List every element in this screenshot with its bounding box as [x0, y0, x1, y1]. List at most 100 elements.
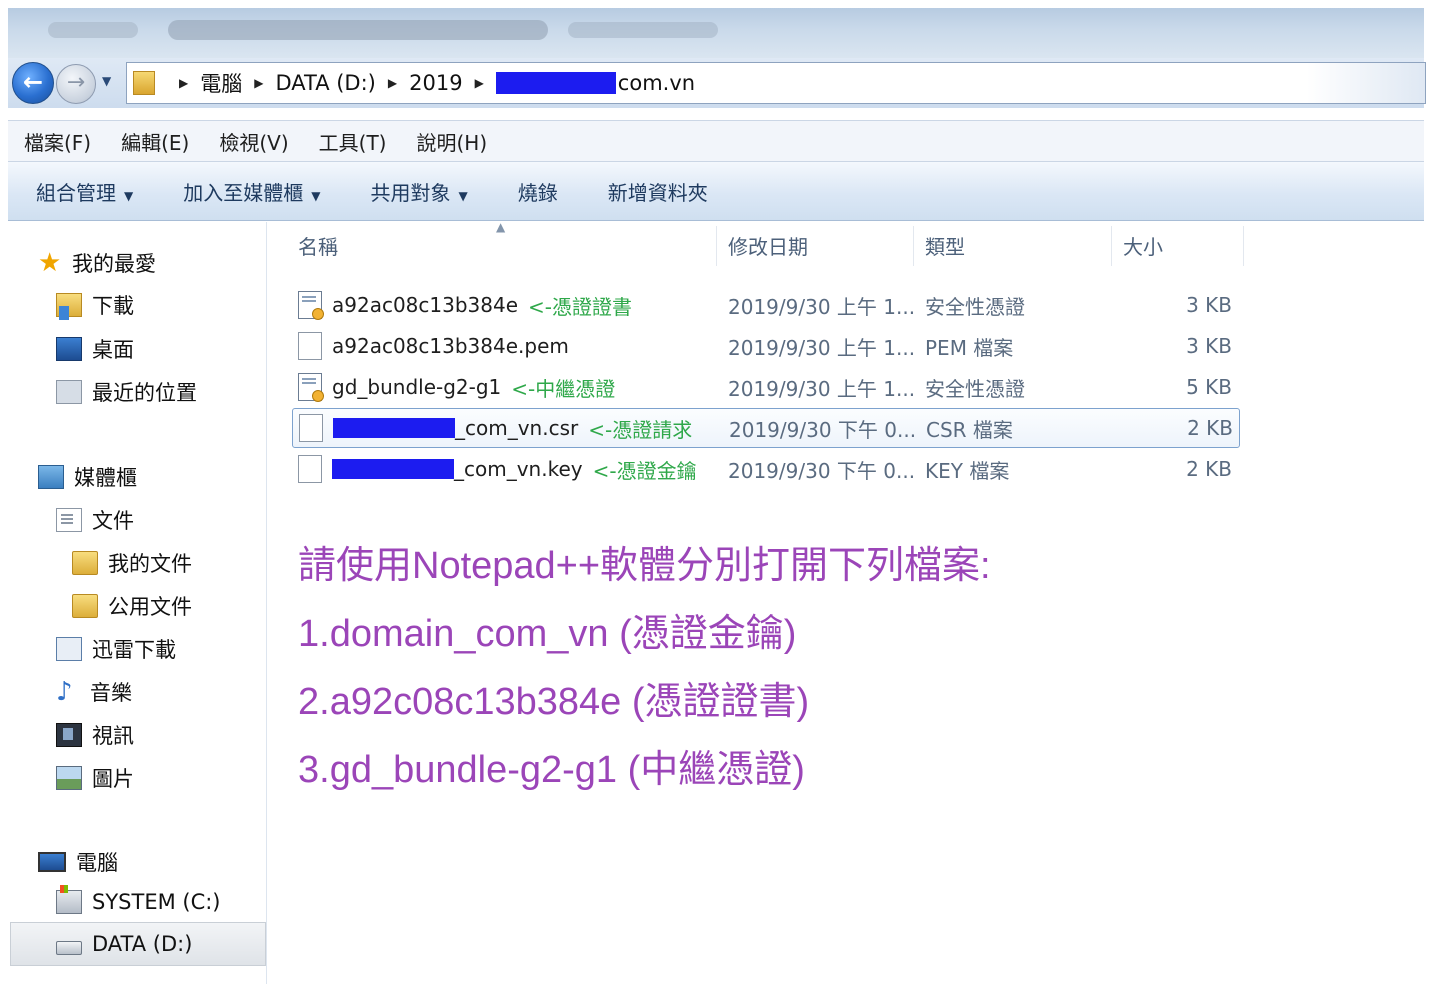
title-blur — [168, 20, 548, 40]
column-divider[interactable] — [716, 226, 717, 266]
redaction-block — [333, 418, 455, 438]
menu-bar: 檔案(F) 編輯(E) 檢視(V) 工具(T) 說明(H) — [8, 120, 1424, 162]
breadcrumb-drive[interactable]: DATA (D:) — [275, 71, 375, 95]
nav-favorites[interactable]: ★ 我的最愛 — [38, 248, 156, 278]
file-annotation: <-憑證金鑰 — [592, 458, 697, 483]
nav-libraries[interactable]: 媒體櫃 — [38, 462, 137, 492]
file-name: _com_vn.key — [454, 457, 583, 481]
recent-pages-dropdown[interactable]: ▼ — [102, 74, 111, 88]
menu-view[interactable]: 檢視(V) — [219, 127, 288, 156]
instruction-line: 2.a92c08c13b384e (憑證證書) — [298, 681, 810, 723]
document-icon — [56, 508, 82, 532]
file-size: 5 KB — [1186, 375, 1232, 399]
nav-item-desktop[interactable]: 桌面 — [56, 334, 134, 364]
nav-item-pictures[interactable]: 圖片 — [56, 763, 134, 793]
file-annotation: <-憑證證書 — [528, 294, 633, 319]
file-name-cell: a92ac08c13b384e.pem — [298, 327, 569, 365]
desktop-icon — [56, 337, 82, 361]
chevron-down-icon: ▼ — [124, 188, 134, 203]
navigation-pane: ★ 我的最愛 下載 桌面 最近的位置 媒體櫃 文件 我的文件 公用文件 迅雷下載… — [8, 222, 267, 984]
address-bar[interactable]: ▶ 電腦 ▶ DATA (D:) ▶ 2019 ▶ com.vn — [126, 62, 1426, 104]
column-divider[interactable] — [1243, 226, 1244, 266]
file-date: 2019/9/30 上午 1... — [728, 376, 916, 401]
file-date: 2019/9/30 上午 1... — [728, 335, 916, 360]
folder-icon — [72, 551, 98, 575]
organize-button[interactable]: 組合管理 ▼ — [36, 177, 133, 206]
menu-tools[interactable]: 工具(T) — [319, 127, 387, 156]
nav-item-system-drive[interactable]: SYSTEM (C:) — [56, 885, 221, 914]
column-header-date[interactable]: 修改日期 — [728, 222, 908, 268]
nav-item-label: 視訊 — [92, 724, 134, 748]
nav-item-label: 下載 — [92, 294, 134, 318]
column-header-type[interactable]: 類型 — [925, 222, 1105, 268]
file-icon — [298, 455, 322, 483]
downloads-folder-icon — [56, 293, 82, 320]
nav-item-public-documents[interactable]: 公用文件 — [72, 591, 192, 621]
menu-file[interactable]: 檔案(F) — [24, 127, 91, 156]
nav-libraries-label: 媒體櫃 — [74, 466, 137, 490]
file-row[interactable]: gd_bundle-g2-g1 <-中繼憑證 2019/9/30 上午 1...… — [292, 368, 1238, 406]
breadcrumb-arrow-icon[interactable]: ▶ — [179, 76, 188, 90]
nav-item-thunder-downloads[interactable]: 迅雷下載 — [56, 634, 176, 664]
forward-button[interactable]: → — [56, 64, 96, 104]
nav-item-label: SYSTEM (C:) — [92, 890, 221, 914]
nav-item-videos[interactable]: 視訊 — [56, 720, 134, 750]
nav-item-music[interactable]: ♪ 音樂 — [56, 677, 132, 707]
certificate-icon — [298, 291, 324, 320]
back-button[interactable]: ← — [12, 62, 54, 104]
share-with-label: 共用對象 — [370, 180, 451, 205]
breadcrumb-arrow-icon[interactable]: ▶ — [475, 76, 484, 90]
column-divider[interactable] — [1111, 226, 1112, 266]
redaction-block — [332, 459, 454, 479]
file-row[interactable]: _com_vn.key <-憑證金鑰 2019/9/30 下午 0... KEY… — [292, 450, 1238, 488]
nav-item-label: 音樂 — [90, 681, 132, 705]
music-note-icon: ♪ — [56, 677, 73, 707]
column-header-size[interactable]: 大小 — [1123, 222, 1233, 268]
file-date: 2019/9/30 下午 0... — [728, 458, 916, 483]
burn-button[interactable]: 燒錄 — [518, 177, 558, 206]
computer-icon — [38, 852, 66, 872]
nav-item-data-drive[interactable]: DATA (D:) — [56, 932, 192, 956]
menu-edit[interactable]: 編輯(E) — [121, 127, 189, 156]
nav-item-label: 圖片 — [92, 767, 134, 791]
breadcrumb-year[interactable]: 2019 — [409, 71, 462, 95]
breadcrumb: ▶ 電腦 ▶ DATA (D:) ▶ 2019 ▶ com.vn — [167, 63, 695, 103]
new-folder-button[interactable]: 新增資料夾 — [608, 177, 708, 206]
nav-item-label: 公用文件 — [108, 595, 192, 619]
file-row[interactable]: _com_vn.csr <-憑證請求 2019/9/30 下午 0... CSR… — [292, 408, 1240, 448]
nav-computer[interactable]: 電腦 — [38, 847, 118, 877]
command-bar: 組合管理 ▼ 加入至媒體櫃 ▼ 共用對象 ▼ 燒錄 新增資料夾 — [8, 162, 1424, 221]
breadcrumb-computer[interactable]: 電腦 — [200, 68, 242, 98]
file-row[interactable]: a92ac08c13b384e.pem 2019/9/30 上午 1... PE… — [292, 327, 1238, 365]
file-annotation: <-憑證請求 — [588, 417, 693, 442]
add-to-library-button[interactable]: 加入至媒體櫃 ▼ — [183, 177, 320, 206]
file-name: a92ac08c13b384e — [332, 293, 519, 317]
download-library-icon — [56, 637, 82, 661]
nav-item-recent-places[interactable]: 最近的位置 — [56, 377, 197, 407]
nav-item-documents[interactable]: 文件 — [56, 505, 134, 535]
column-divider[interactable] — [913, 226, 914, 266]
certificate-icon — [298, 373, 324, 402]
hard-drive-icon — [56, 941, 82, 955]
star-icon: ★ — [38, 248, 62, 278]
share-with-button[interactable]: 共用對象 ▼ — [370, 177, 467, 206]
organize-label: 組合管理 — [36, 180, 116, 205]
file-name: a92ac08c13b384e.pem — [332, 334, 569, 358]
nav-item-label: DATA (D:) — [92, 932, 193, 956]
nav-item-label: 文件 — [92, 509, 134, 533]
breadcrumb-arrow-icon[interactable]: ▶ — [388, 76, 397, 90]
breadcrumb-current-folder[interactable]: com.vn — [618, 71, 695, 95]
file-name-cell: gd_bundle-g2-g1 <-中繼憑證 — [298, 368, 615, 406]
nav-item-label: 迅雷下載 — [92, 638, 176, 662]
breadcrumb-arrow-icon[interactable]: ▶ — [254, 76, 263, 90]
nav-item-downloads[interactable]: 下載 — [56, 290, 134, 320]
menu-help[interactable]: 說明(H) — [416, 127, 487, 156]
column-header-name[interactable]: 名稱 — [298, 222, 708, 268]
file-name: gd_bundle-g2-g1 — [332, 375, 502, 399]
instruction-heading: 請使用Notepad++軟體分別打開下列檔案: — [298, 545, 991, 587]
file-size: 3 KB — [1186, 334, 1232, 358]
nav-item-my-documents[interactable]: 我的文件 — [72, 548, 192, 578]
title-blur — [568, 22, 718, 38]
file-name-cell: _com_vn.key <-憑證金鑰 — [298, 450, 697, 488]
file-row[interactable]: a92ac08c13b384e <-憑證證書 2019/9/30 上午 1...… — [292, 286, 1238, 324]
